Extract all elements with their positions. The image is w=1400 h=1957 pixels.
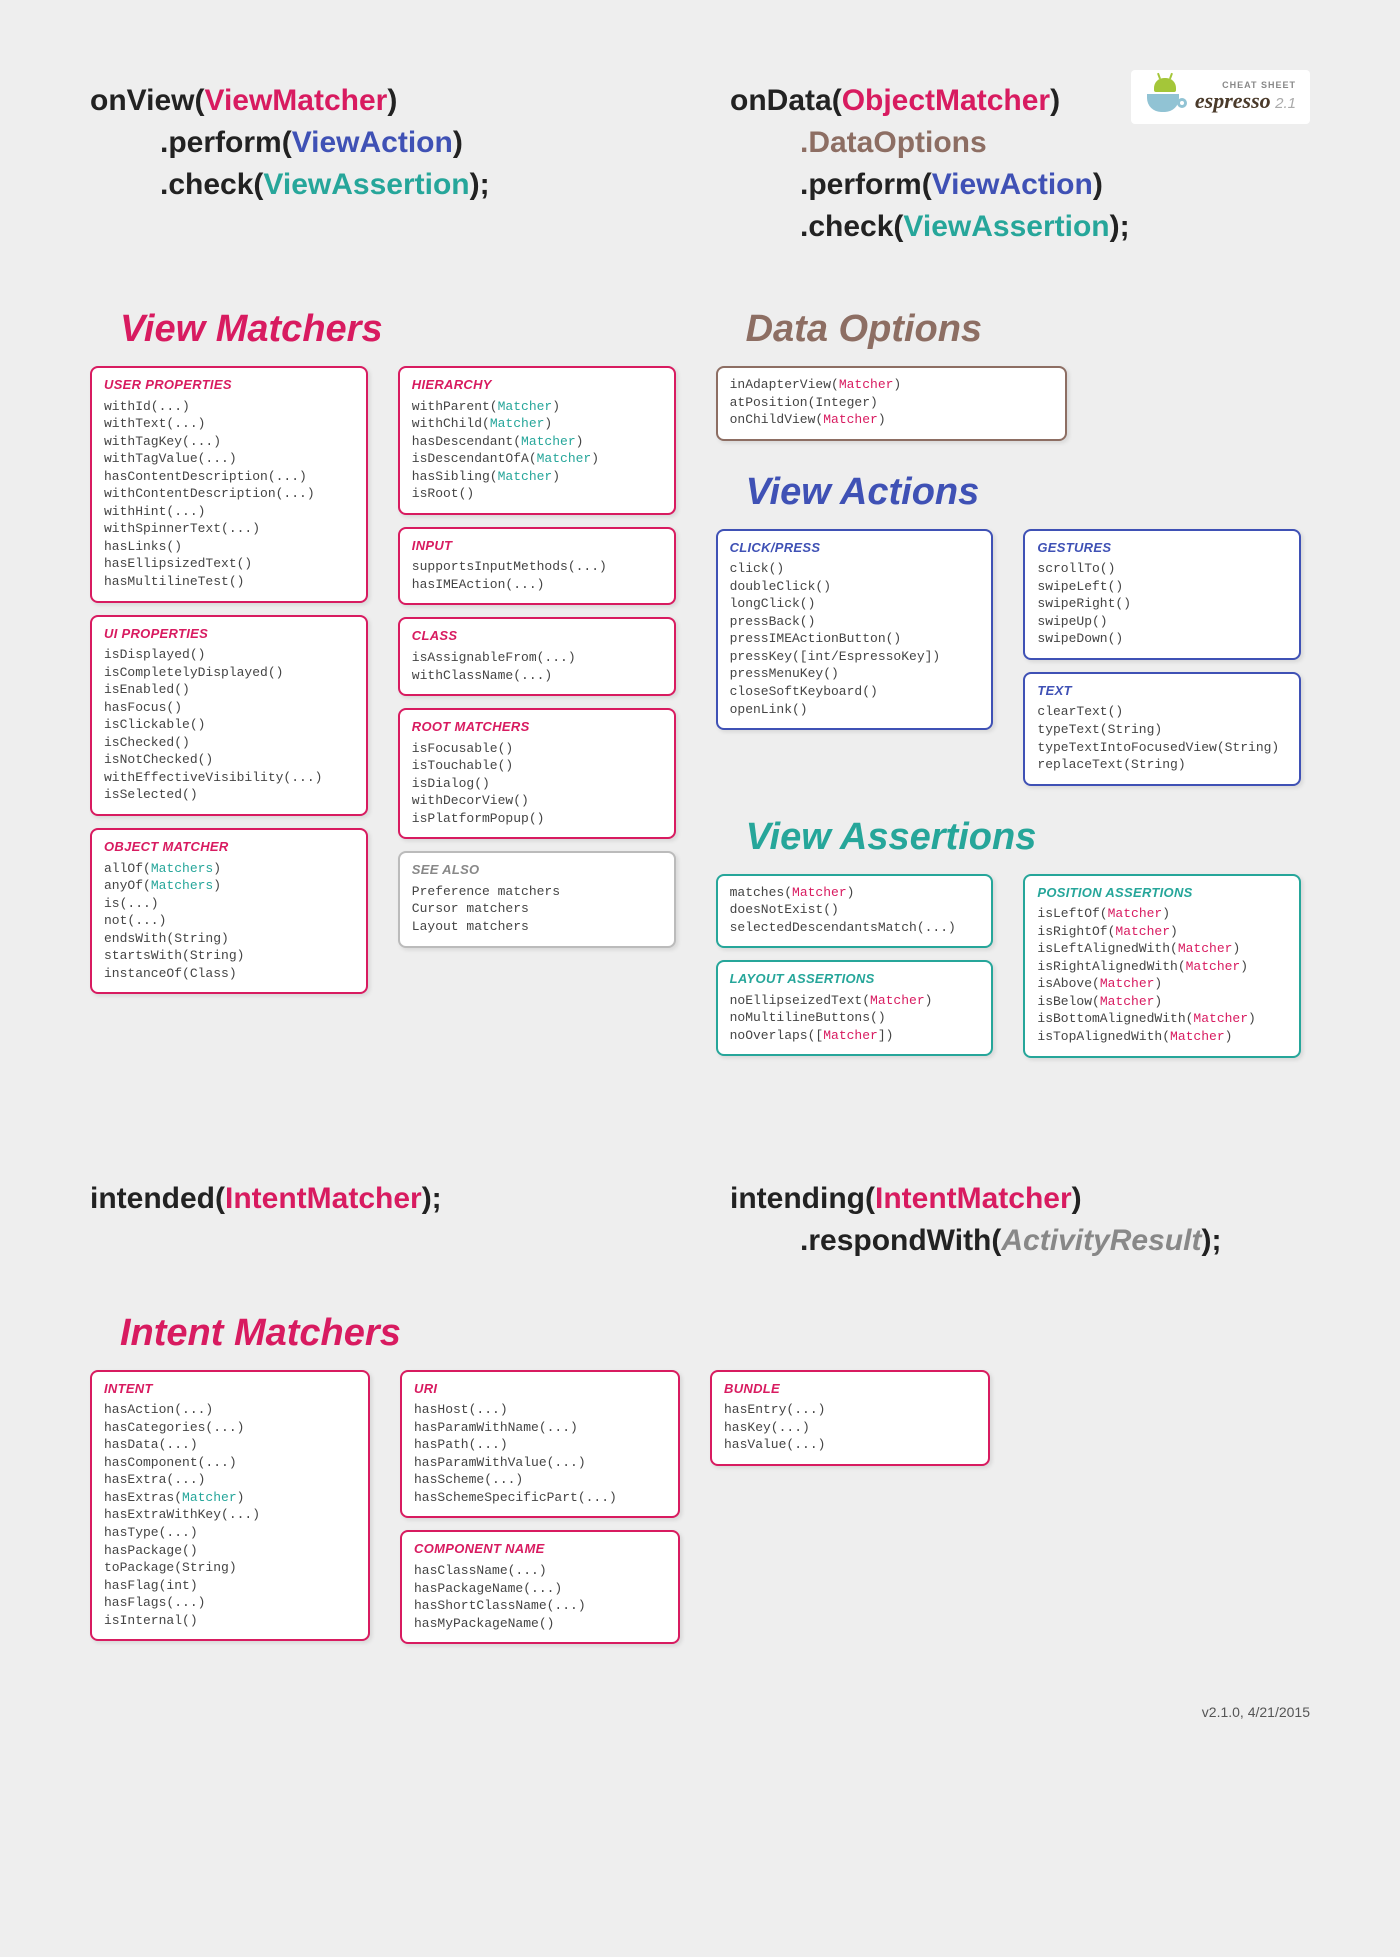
position-assertions-box: POSITION ASSERTIONS isLeftOf(Matcher)isR… [1023,874,1301,1058]
root-matchers-box: ROOT MATCHERS isFocusable()isTouchable()… [398,708,676,839]
view-matchers-title: View Matchers [120,308,676,351]
data-options-box: inAdapterView(Matcher)atPosition(Integer… [716,366,1067,441]
hierarchy-box: HIERARCHY withParent(Matcher)withChild(M… [398,366,676,515]
logo-name: espresso [1195,88,1271,113]
view-actions-title: View Actions [746,471,1302,514]
layout-assertions-box: LAYOUT ASSERTIONS noEllipseizedText(Matc… [716,960,994,1056]
intent-matchers-title: Intent Matchers [120,1312,1310,1355]
espresso-logo: CHEAT SHEET espresso 2.1 [1131,70,1310,124]
component-name-box: COMPONENT NAME hasClassName(...)hasPacka… [400,1530,680,1644]
logo-version: 2.1 [1275,95,1296,112]
footer-version: v2.1.0, 4/21/2015 [90,1704,1310,1720]
ui-properties-box: UI PROPERTIES isDisplayed()isCompletelyD… [90,615,368,816]
onview-syntax: onView(ViewMatcher) .perform(ViewAction)… [90,80,670,206]
class-box: CLASS isAssignableFrom(...)withClassName… [398,617,676,696]
user-properties-box: USER PROPERTIES withId(...)withText(...)… [90,366,368,603]
gestures-box: GESTURES scrollTo()swipeLeft()swipeRight… [1023,529,1301,660]
input-box: INPUT supportsInputMethods(...)hasIMEAct… [398,527,676,606]
intended-syntax: intended(IntentMatcher); [90,1178,670,1220]
intent-box: INTENT hasAction(...)hasCategories(...)h… [90,1370,370,1642]
view-assertions-title: View Assertions [746,816,1302,859]
assertions-main-box: matches(Matcher)doesNotExist()selectedDe… [716,874,994,949]
espresso-cup-icon [1145,78,1185,114]
uri-box: URI hasHost(...)hasParamWithName(...)has… [400,1370,680,1519]
see-also-box: SEE ALSO Preference matchersCursor match… [398,851,676,947]
intending-syntax: intending(IntentMatcher) .respondWith(Ac… [730,1178,1310,1262]
click-press-box: CLICK/PRESS click()doubleClick()longClic… [716,529,994,730]
data-options-title: Data Options [746,308,1302,351]
object-matcher-box: OBJECT MATCHER allOf(Matchers)anyOf(Matc… [90,828,368,994]
bundle-box: BUNDLE hasEntry(...)hasKey(...)hasValue(… [710,1370,990,1466]
text-box: TEXT clearText()typeText(String)typeText… [1023,672,1301,786]
